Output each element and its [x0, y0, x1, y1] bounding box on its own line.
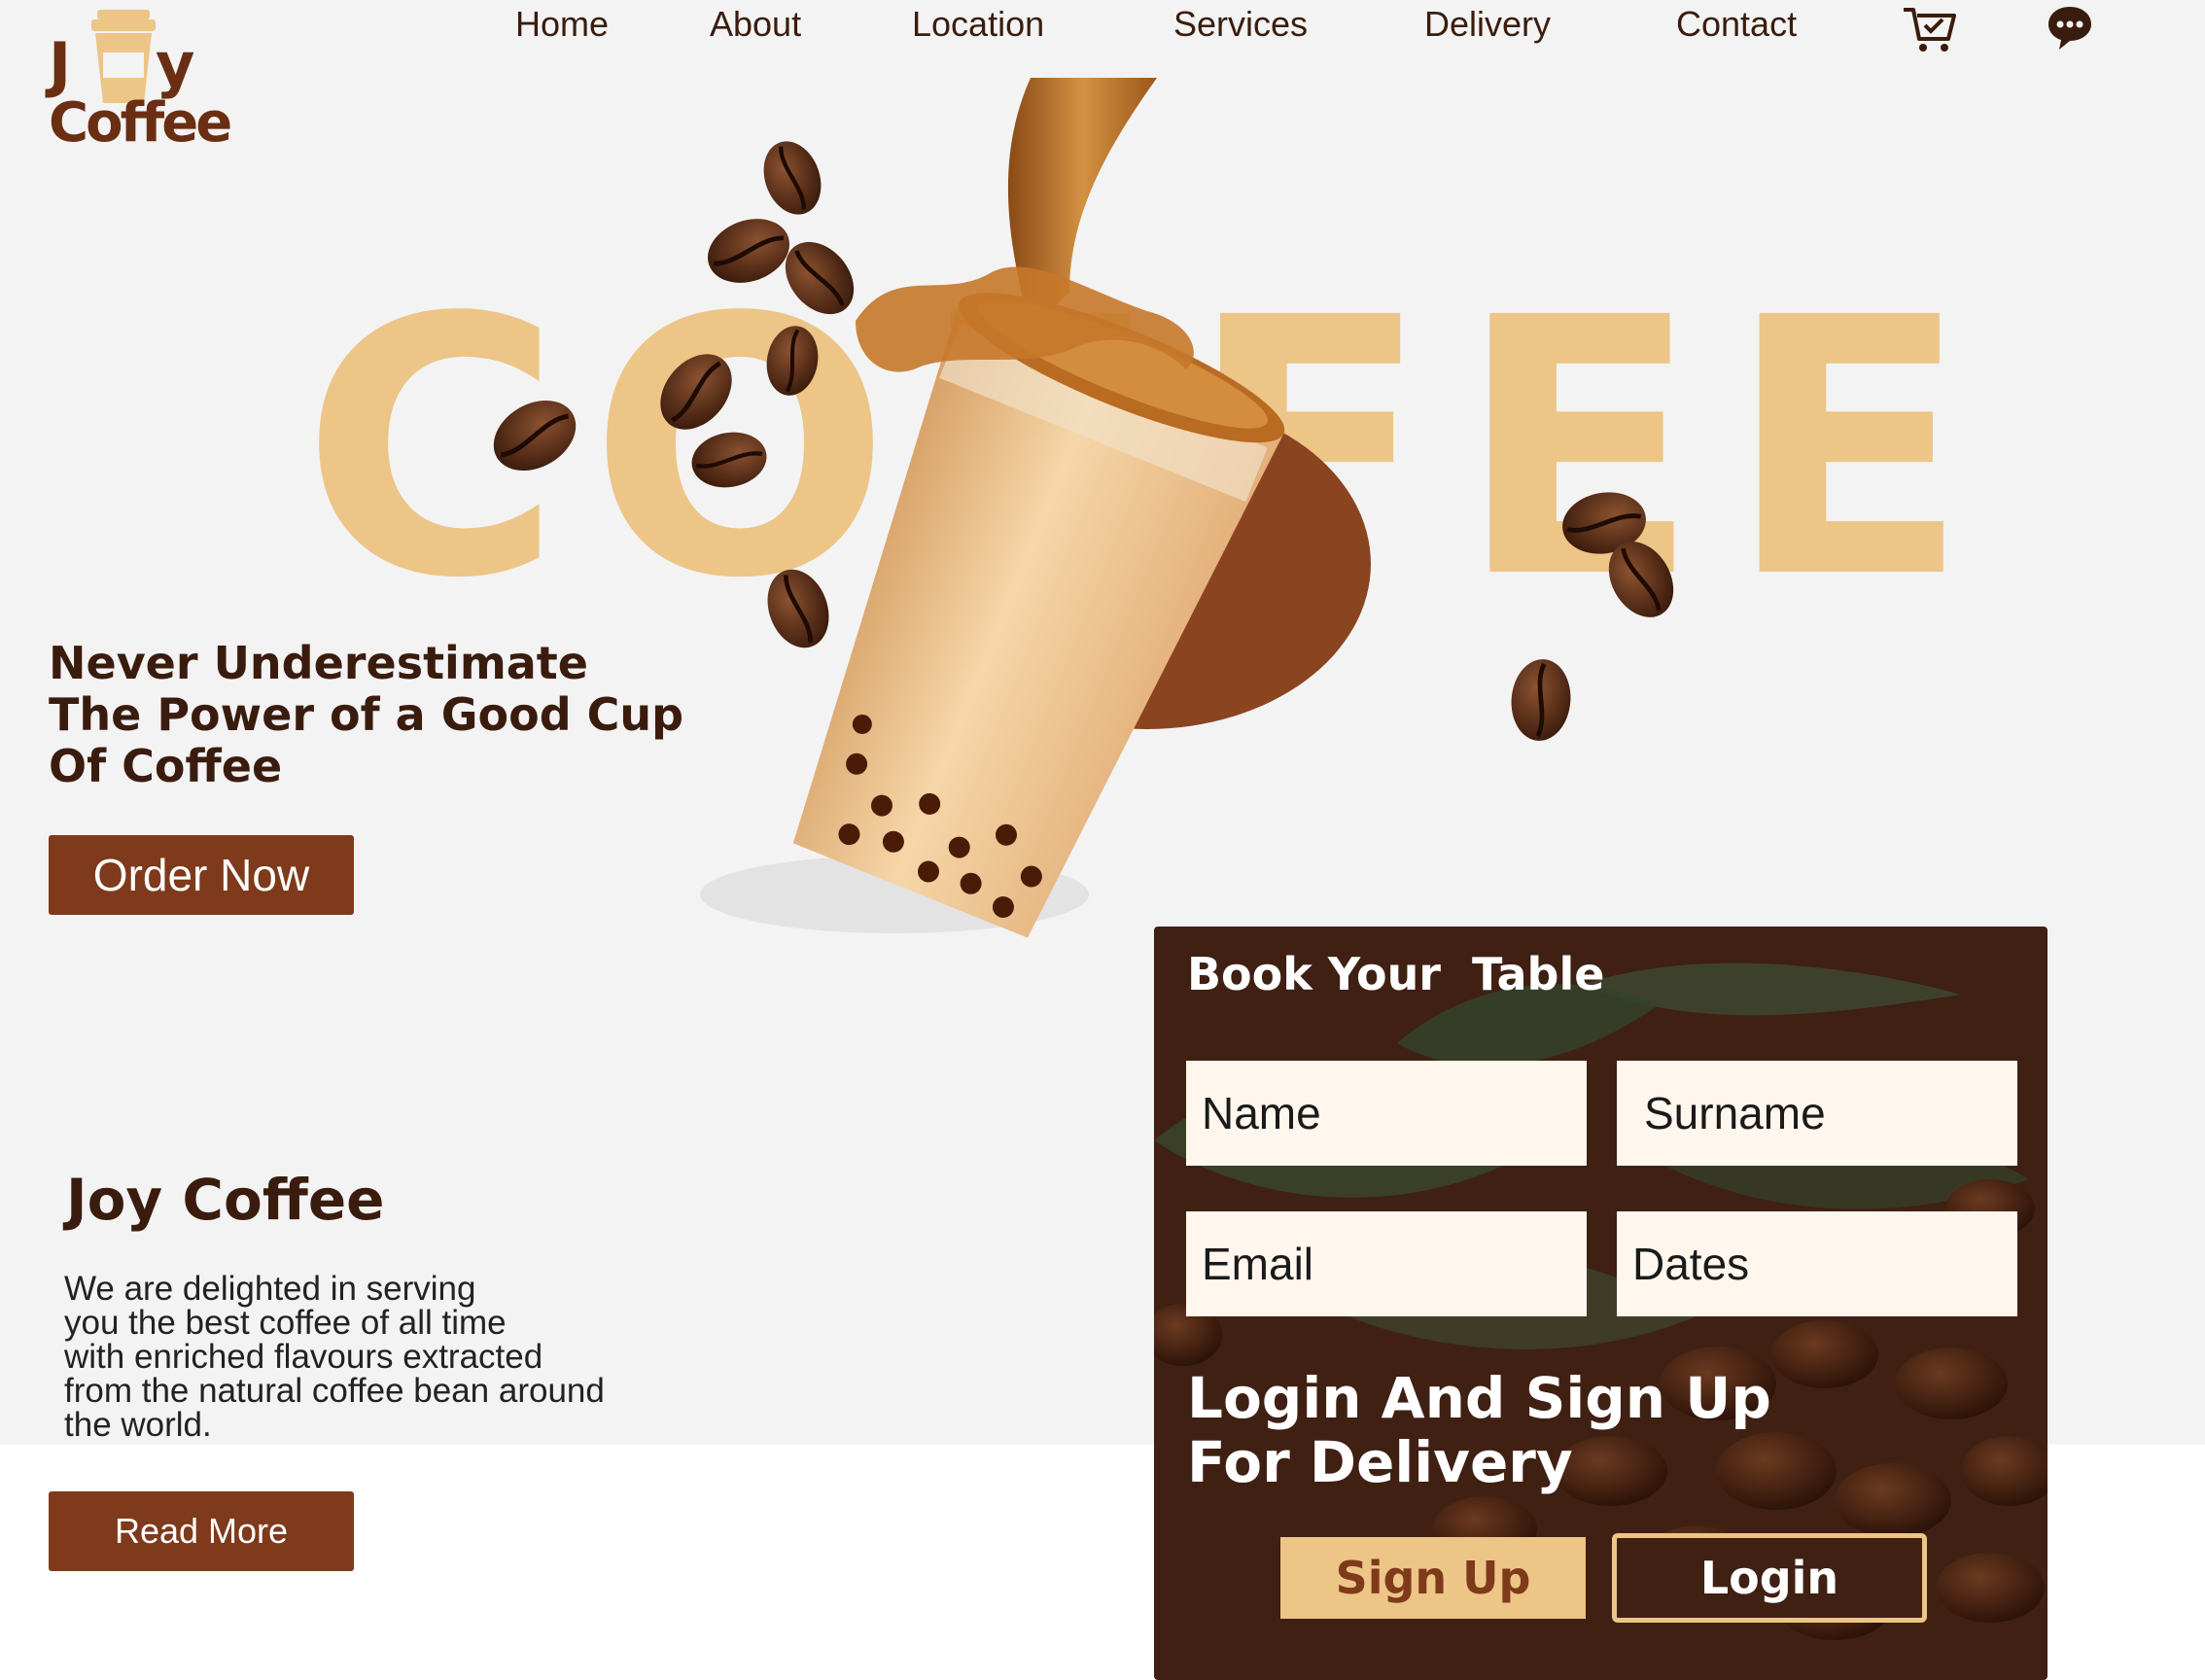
name-field[interactable]: Name — [1186, 1061, 1587, 1166]
tagline-line: Of Coffee — [49, 740, 283, 792]
surname-field[interactable]: Surname — [1617, 1061, 2017, 1166]
tagline-line: The Power of a Good Cup — [49, 688, 684, 741]
about-text-line: with enriched flavours extracted — [64, 1338, 543, 1376]
cart-icon[interactable] — [1902, 4, 1958, 54]
iced-coffee-illustration — [486, 78, 1701, 938]
about-text: We are delighted in serving you the best… — [64, 1272, 764, 1442]
login-button[interactable]: Login — [1612, 1533, 1927, 1623]
nav-about[interactable]: About — [710, 4, 801, 45]
about-text-line: from the natural coffee bean around — [64, 1372, 605, 1410]
about-text-line: the world. — [64, 1406, 212, 1444]
order-now-button[interactable]: Order Now — [49, 835, 354, 915]
about-text-line: We are delighted in serving — [64, 1270, 476, 1308]
login-signup-heading: Login And Sign Up For Delivery — [1187, 1366, 1771, 1494]
sign-up-button[interactable]: Sign Up — [1280, 1537, 1586, 1619]
login-heading-line: For Delivery — [1187, 1429, 1573, 1495]
logo-wordmark: Coffee — [49, 91, 232, 155]
nav-location[interactable]: Location — [912, 4, 1044, 45]
about-title: Joy Coffee — [66, 1167, 385, 1233]
nav-services[interactable]: Services — [1173, 4, 1308, 45]
chat-icon[interactable] — [2046, 4, 2094, 52]
about-text-line: you the best coffee of all time — [64, 1304, 507, 1342]
booking-panel: Book Your Table Name Surname Email Dates… — [1154, 927, 2048, 1680]
dates-field[interactable]: Dates — [1617, 1211, 2017, 1316]
login-heading-line: Login And Sign Up — [1187, 1365, 1771, 1431]
nav-contact[interactable]: Contact — [1676, 4, 1797, 45]
nav-delivery[interactable]: Delivery — [1424, 4, 1551, 45]
tagline-line: Never Underestimate — [49, 637, 588, 689]
nav-home[interactable]: Home — [515, 4, 609, 45]
main-nav: Home About Location Services Delivery Co… — [0, 0, 2205, 52]
hero-tagline: Never Underestimate The Power of a Good … — [49, 638, 729, 792]
booking-title: Book Your Table — [1187, 948, 1605, 1000]
email-field[interactable]: Email — [1186, 1211, 1587, 1316]
read-more-button[interactable]: Read More — [49, 1491, 354, 1571]
